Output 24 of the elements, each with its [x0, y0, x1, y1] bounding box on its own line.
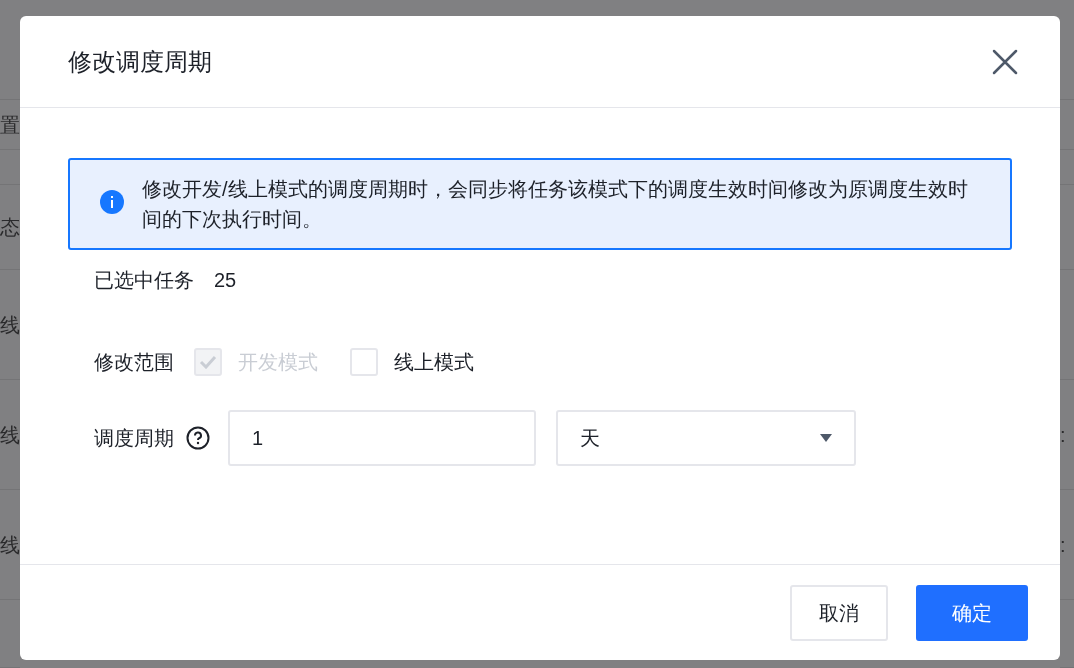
confirm-button[interactable]: 确定 [916, 584, 1028, 641]
caret-icon [820, 434, 832, 442]
checkbox-label[interactable]: 线上模式 [394, 347, 474, 377]
table-cell-text: 态 [0, 217, 20, 237]
checkbox[interactable] [350, 348, 378, 376]
period-input[interactable]: 1 [228, 410, 536, 466]
table-cell-text: : [1060, 424, 1066, 445]
dialog-title: 修改调度周期 [68, 46, 212, 77]
field-label: 调度周期 [94, 426, 174, 451]
unit-select[interactable]: 天 [556, 410, 856, 466]
table-cell-text: 线 [0, 534, 20, 555]
close-icon[interactable] [992, 48, 1018, 75]
table-cell-text: 线 [0, 424, 20, 445]
table-cell-text: 置 [0, 114, 20, 135]
alert-text: 修改开发/线上模式的调度周期时，会同步将任务该模式下的调度生效时间修改为原调度生效时间的下次执行时间。 [142, 177, 969, 232]
field-label: 已选中任务 [94, 268, 194, 293]
table-cell-text: 线 [0, 314, 20, 335]
field-label: 修改范围 [94, 350, 174, 375]
check-icon [199, 355, 217, 369]
table-cell-text: : [1060, 534, 1066, 555]
cancel-button[interactable]: 取消 [790, 584, 888, 641]
info-icon [100, 190, 124, 214]
task-count: 25 [214, 268, 237, 293]
help-icon[interactable] [186, 426, 210, 450]
